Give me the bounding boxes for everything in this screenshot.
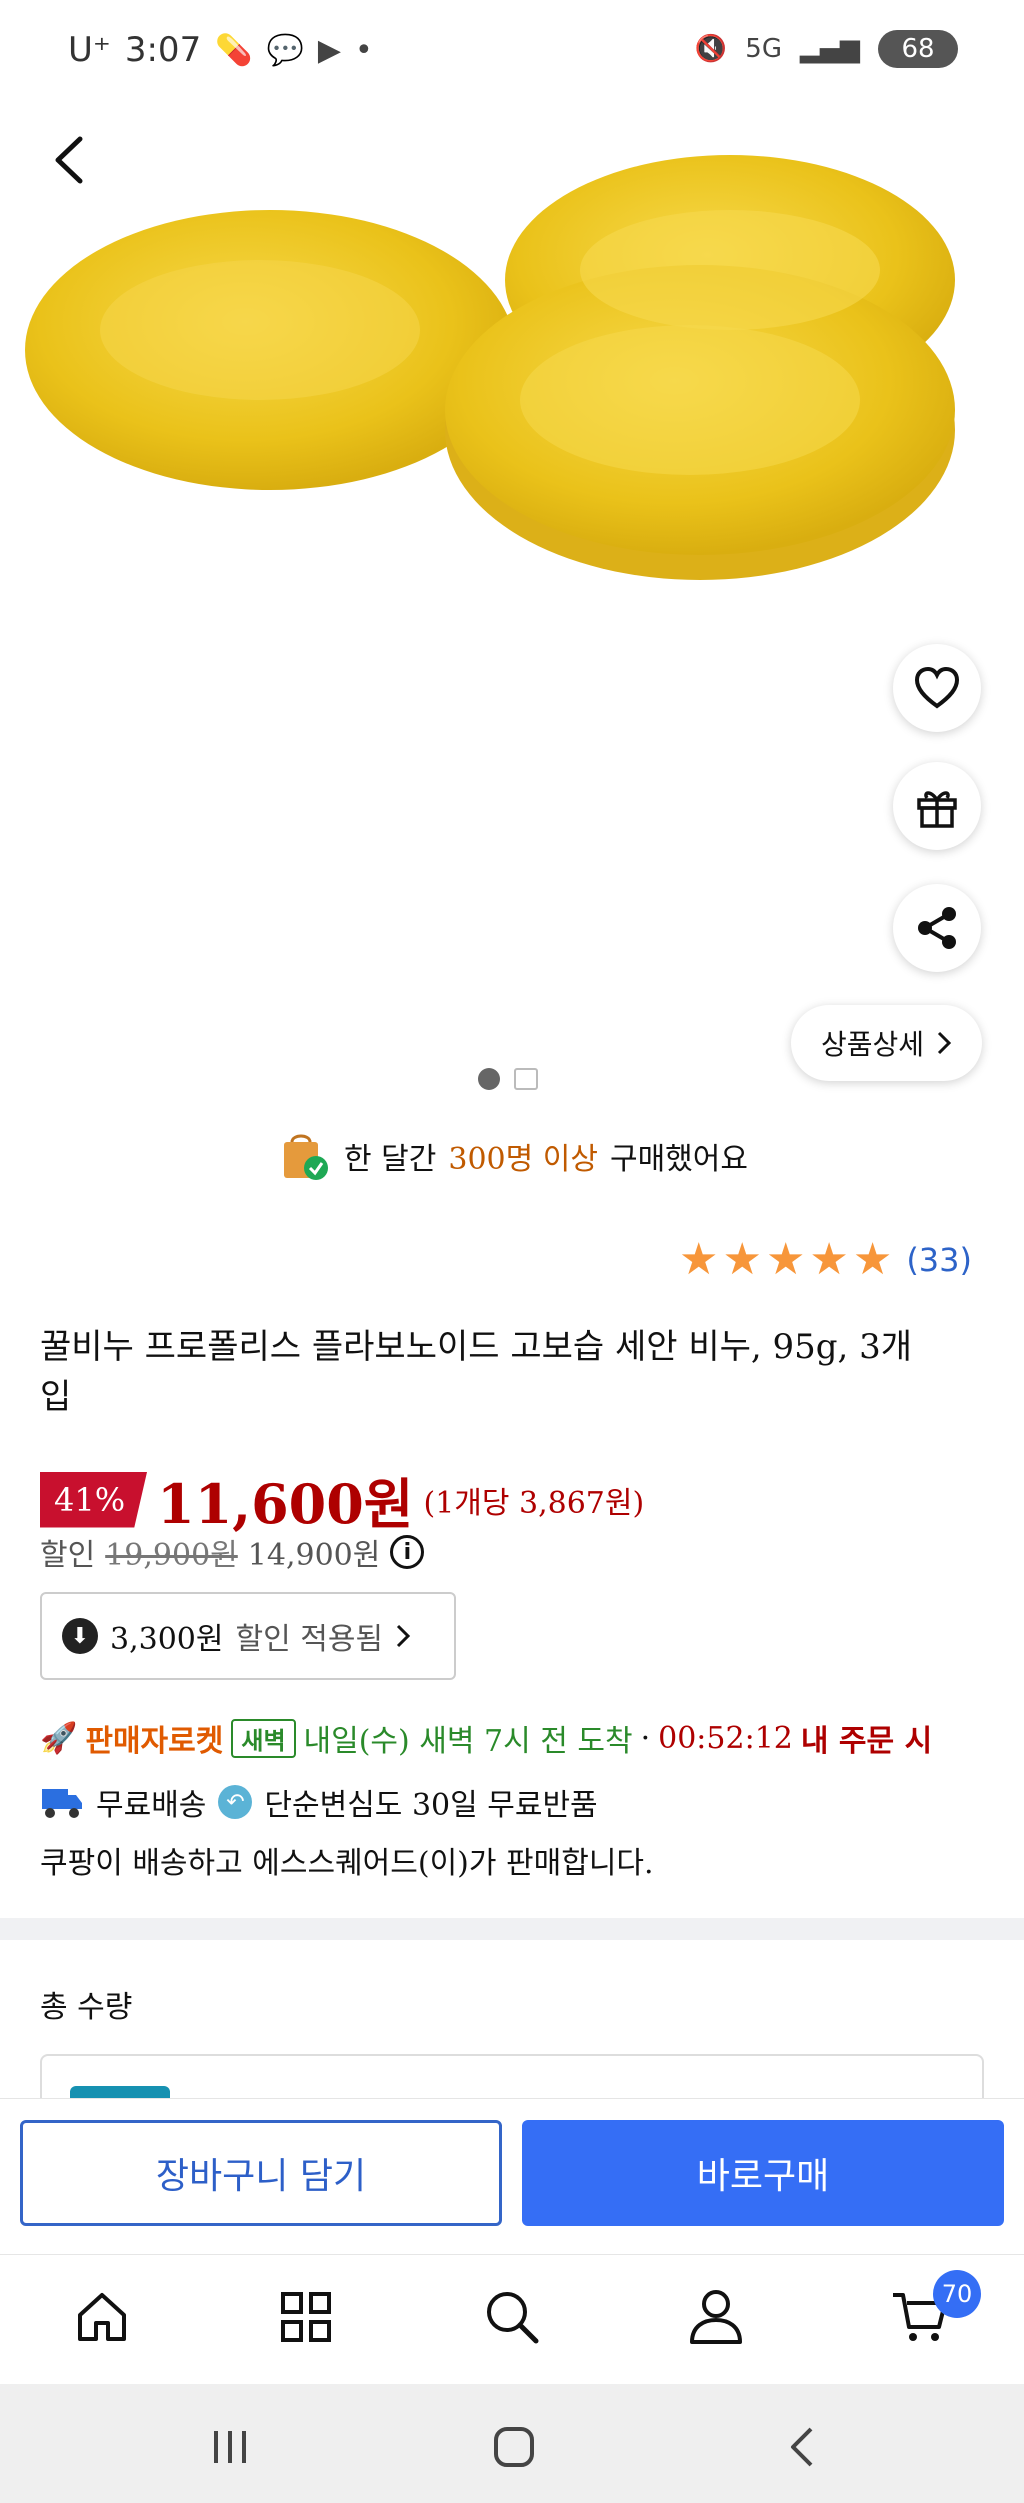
signal-icon: ▂▄▆ [800,34,860,64]
star-icon: ★ [765,1234,806,1285]
quantity-label: 총 수량 [40,1990,133,2025]
eta-separator: · [640,1720,651,1756]
talk-icon: 💬 [266,32,304,68]
shipping-return-row: 무료배송 ↶ 단순변심도 30일 무료반품 [40,1780,598,1824]
seller-info: 쿠팡이 배송하고 에스스퀘어드(이)가 판매합니다. [40,1846,654,1881]
star-icon: ★ [809,1234,849,1285]
product-detail-button[interactable]: 상품상세 [790,1005,982,1081]
home-nav-button[interactable] [474,2412,554,2482]
battery-indicator: 68 [878,30,958,68]
carousel-grid-icon[interactable] [514,1068,538,1090]
download-icon: ⬇ [62,1618,98,1654]
coupon-button[interactable]: ⬇ 3,300원 할인 적용됨 [40,1592,456,1680]
bought-prefix: 한 달간 [344,1142,437,1177]
chevron-right-icon [937,1031,952,1055]
final-price: 11,600원 [157,1472,414,1536]
share-button[interactable] [893,884,981,972]
search-icon [487,2292,539,2344]
discount-badge: 41% [40,1471,148,1528]
carousel-dot-active [478,1068,500,1090]
back-button[interactable] [40,130,100,190]
user-icon [690,2290,742,2344]
order-suffix: 내 주문 시 [800,1724,933,1759]
network-label: 5G [745,34,782,64]
bought-suffix: 구매했어요 [609,1142,748,1177]
order-countdown: 00:52:12 [658,1720,793,1756]
free-shipping-label: 무료배송 [96,1788,207,1823]
more-dot-icon: • [355,32,373,68]
rocket-icon: 🚀 [40,1720,78,1756]
share-icon [918,907,956,949]
star-icon: ★ [852,1234,893,1285]
pre-coupon-price: 14,900원 [247,1538,381,1573]
chevron-right-icon [396,1624,411,1648]
status-right: 🔇 5G ▂▄▆ 68 [695,30,958,68]
carousel-indicator [478,1068,538,1090]
add-to-cart-button[interactable]: 장바구니 담기 [20,2120,502,2226]
product-title: 꿀비누 프로폴리스 플라보노이드 고보습 세안 비누, 95g, 3개입 [40,1327,913,1417]
dawn-badge: 새벽 [231,1718,296,1758]
back-nav-button[interactable] [762,2412,842,2482]
rocket-label: 판매자로켓 [85,1724,224,1759]
purchase-count-banner: 한 달간 300명 이상 구매했어요 [0,1128,1024,1184]
carrier-label: U⁺ [68,30,111,70]
star-icon: ★ [679,1234,719,1285]
product-image [25,155,955,580]
status-bar: U⁺ 3:07 💊 💬 ▶ • 🔇 5G ▂▄▆ 68 [0,0,1024,110]
original-price: 19,900원 [105,1538,238,1573]
cart-count-badge: 70 [933,2270,981,2318]
product-detail-label: 상품상세 [820,1028,924,1061]
star-icon: ★ [722,1234,762,1285]
tab-home[interactable] [52,2272,152,2362]
recent-apps-icon [214,2431,246,2463]
tab-my-page[interactable] [666,2272,766,2362]
home-icon [78,2293,126,2341]
category-grid-icon [281,2292,331,2342]
truck-icon [42,1789,82,1818]
coupon-status: 할인 적용됨 [235,1622,384,1657]
free-return-label: 단순변심도 30일 무료반품 [264,1788,598,1823]
buy-now-button[interactable]: 바로구매 [522,2120,1004,2226]
bought-highlight: 300명 이상 [448,1142,598,1177]
rating-summary[interactable]: ★ ★ ★ ★ ★ (33) [679,1238,972,1282]
review-count-link[interactable]: (33) [906,1241,972,1279]
tab-category[interactable] [256,2272,356,2362]
wishlist-button[interactable] [893,644,981,732]
shopping-bag-check-icon [284,1134,329,1180]
discount-label: 할인 [40,1538,96,1573]
coupon-amount: 3,300원 [110,1622,224,1657]
gift-button[interactable] [893,762,981,850]
gift-icon [917,791,957,828]
home-nav-icon [494,2427,534,2467]
clock: 3:07 [124,30,202,70]
unit-price: (1개당 3,867원) [423,1485,645,1521]
back-nav-icon [791,2427,813,2467]
tab-search[interactable] [462,2272,562,2362]
eta-text: 내일(수) 새벽 7시 전 도착 [303,1724,633,1759]
heart-icon [914,666,960,709]
recent-apps-button[interactable] [190,2412,270,2482]
pill-icon: 💊 [215,32,253,68]
youtube-icon: ▶ [317,32,341,68]
delivery-info: 🚀 판매자로켓 새벽 내일(수) 새벽 7시 전 도착 · 00:52:12 내… [40,1716,932,1760]
product-image-carousel[interactable] [0,110,1024,1110]
section-divider [0,1918,1024,1940]
info-icon[interactable]: i [390,1535,425,1569]
return-icon: ↶ [218,1785,253,1819]
price-row: 41% 11,600원 (1개당 3,867원) [40,1460,644,1539]
status-left: U⁺ 3:07 💊 💬 ▶ • [68,30,373,70]
back-arrow-icon [55,136,83,184]
mute-icon: 🔇 [694,34,728,64]
original-price-row: 할인 19,900원 14,900원 i [40,1530,425,1574]
